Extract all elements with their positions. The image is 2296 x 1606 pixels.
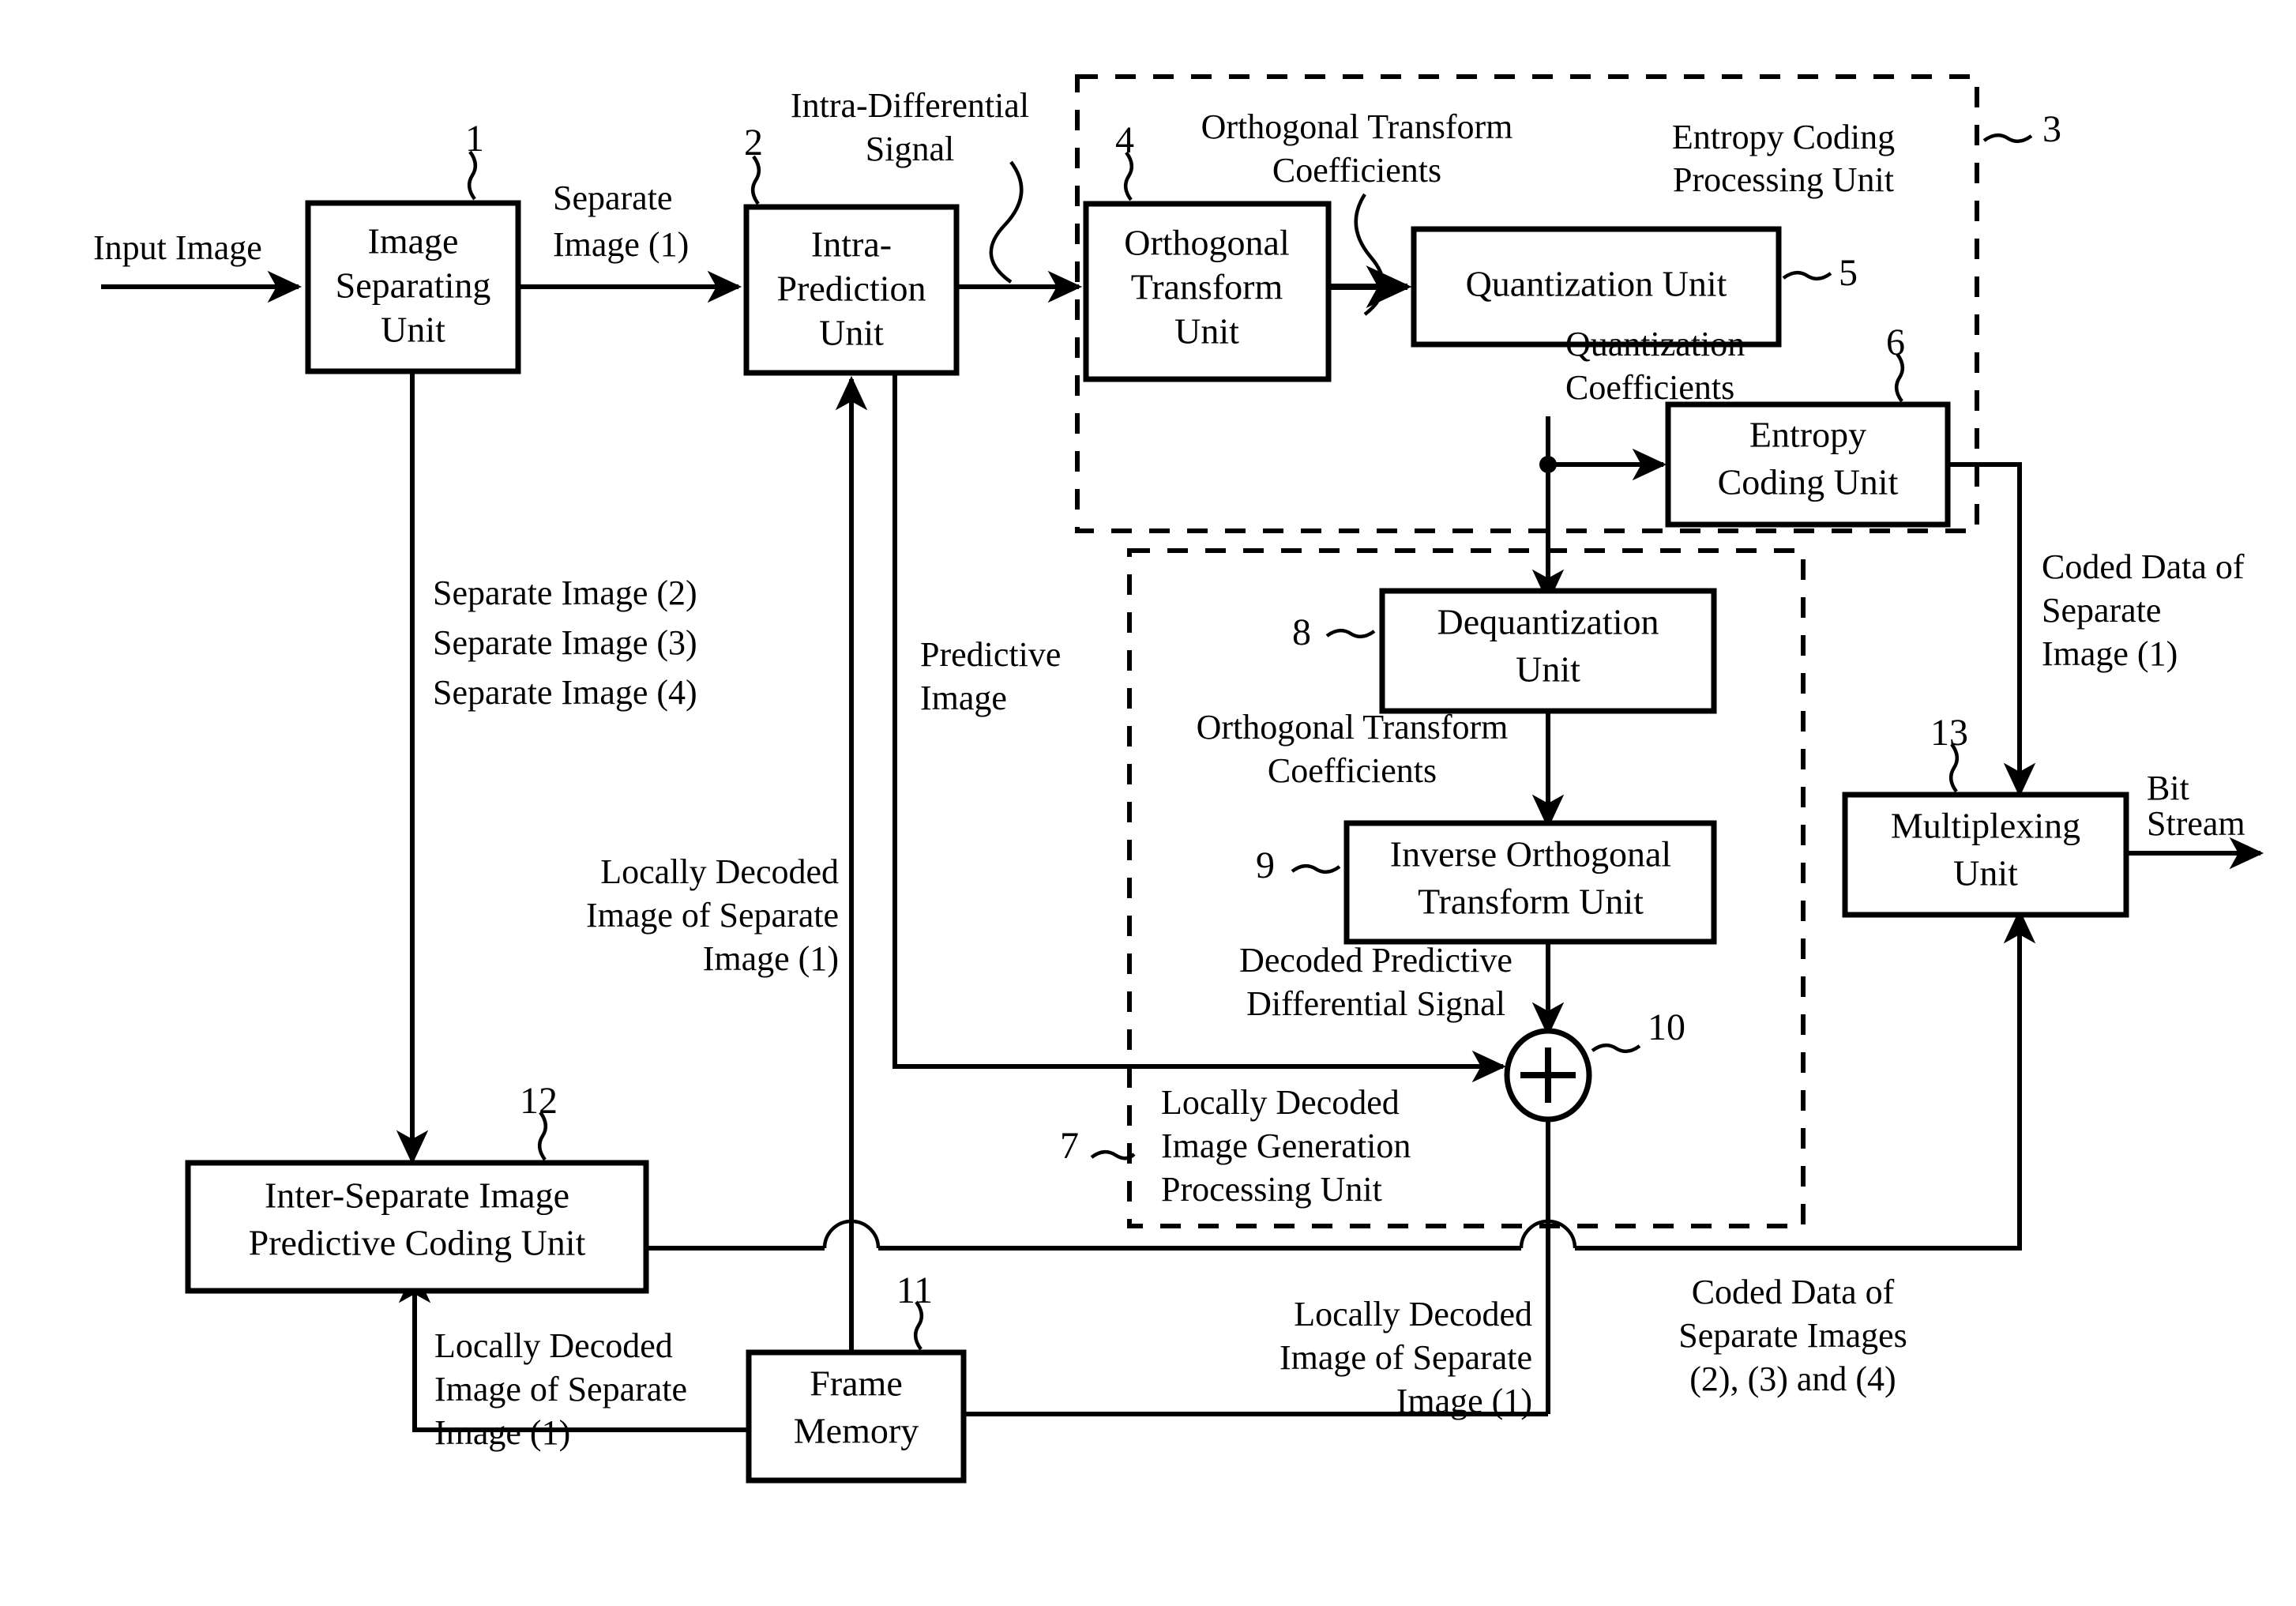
inter-separate-label-line2: Predictive Coding Unit [249, 1223, 586, 1263]
frame-memory-label-line2: Memory [794, 1411, 919, 1451]
label-coded-data-sep1-line3: Image (1) [2042, 634, 2178, 673]
ref-number-8: 8 [1292, 611, 1311, 653]
ref-number-5: 5 [1839, 252, 1858, 294]
label-decoded-pred-diff-line2: Differential Signal [1246, 984, 1505, 1023]
label-separate-image-4: Separate Image (4) [433, 673, 697, 712]
entropy-coding-unit-label-line1: Entropy [1749, 415, 1866, 455]
ref-number-11: 11 [896, 1269, 933, 1311]
label-separate-image-3: Separate Image (3) [433, 623, 697, 662]
label-coded-data-sep234-line2: Separate Images [1678, 1316, 1907, 1355]
entropy-group-label-line1: Entropy Coding [1672, 118, 1895, 156]
label-coded-data-sep234-line3: (2), (3) and (4) [1689, 1360, 1896, 1398]
entropy-coding-unit-label-line2: Coding Unit [1718, 462, 1899, 502]
ref-number-2: 2 [744, 122, 763, 164]
ref-number-9: 9 [1256, 844, 1275, 886]
label-orthogonal-coeffs-mid-line2: Coefficients [1268, 751, 1437, 790]
orthogonal-transform-unit-label-line1: Orthogonal [1124, 223, 1290, 263]
label-locally-decoded-left-line1: Locally Decoded [600, 852, 839, 891]
label-locally-decoded-left-line2: Image of Separate [586, 896, 839, 935]
inverse-orthogonal-transform-unit-label-line1: Inverse Orthogonal [1390, 834, 1671, 874]
label-locally-decoded-isp-line1: Locally Decoded [434, 1326, 673, 1365]
label-quantization-coeffs-line1: Quantization [1565, 325, 1745, 363]
label-locally-decoded-fm-line2: Image of Separate [1280, 1338, 1532, 1377]
label-orthogonal-coeffs-mid-line1: Orthogonal Transform [1197, 708, 1509, 747]
label-bit-stream-line2: Stream [2147, 804, 2245, 843]
label-intra-differential-line1: Intra-Differential [791, 86, 1029, 125]
intra-prediction-unit-label-line1: Intra- [811, 224, 892, 265]
label-input-image: Input Image [93, 228, 262, 267]
label-locally-decoded-left-line3: Image (1) [703, 939, 839, 978]
label-coded-data-sep1-line2: Separate [2042, 591, 2161, 630]
label-locally-decoded-isp-line3: Image (1) [434, 1413, 570, 1452]
orthogonal-transform-unit-label-line2: Transform [1131, 267, 1283, 307]
label-coded-data-sep234-line1: Coded Data of [1692, 1273, 1895, 1311]
junction-dot-quantization [1539, 456, 1557, 473]
label-predictive-image-line2: Image [920, 679, 1007, 717]
locally-group-label-line1: Locally Decoded [1161, 1083, 1400, 1122]
multiplexing-unit-label-line1: Multiplexing [1891, 806, 2080, 846]
label-separate-image-1-line1: Separate [553, 179, 672, 217]
ref-number-4: 4 [1115, 119, 1134, 161]
locally-group-label-line2: Image Generation [1161, 1126, 1411, 1165]
label-bit-stream-line1: Bit [2147, 769, 2189, 807]
label-orthogonal-coeffs-top-line2: Coefficients [1272, 151, 1441, 190]
multiplexing-unit-label-line2: Unit [1953, 853, 2018, 893]
label-separate-image-1-line2: Image (1) [553, 225, 689, 264]
intra-prediction-unit-label-line3: Unit [819, 313, 884, 353]
label-locally-decoded-fm-line1: Locally Decoded [1294, 1295, 1532, 1333]
image-separating-unit-label-line1: Image [368, 221, 459, 261]
label-quantization-coeffs-line2: Coefficients [1565, 368, 1734, 407]
frame-memory-label-line1: Frame [810, 1363, 903, 1404]
label-orthogonal-coeffs-top-line1: Orthogonal Transform [1201, 107, 1513, 146]
label-decoded-pred-diff-line1: Decoded Predictive [1239, 941, 1513, 980]
label-separate-image-2: Separate Image (2) [433, 574, 697, 612]
entropy-group-label-line2: Processing Unit [1673, 160, 1894, 199]
orthogonal-transform-unit-label-line3: Unit [1174, 311, 1239, 352]
quantization-unit-label: Quantization Unit [1466, 264, 1727, 304]
ref-number-13: 13 [1930, 712, 1968, 754]
image-separating-unit-label-line3: Unit [381, 310, 445, 350]
label-predictive-image-line1: Predictive [920, 635, 1061, 674]
patent-block-diagram: Entropy Coding Processing Unit 3 Locally… [0, 0, 2296, 1606]
label-intra-differential-line2: Signal [866, 130, 954, 168]
dequantization-unit-label-line2: Unit [1516, 649, 1580, 690]
image-separating-unit-label-line2: Separating [336, 265, 491, 306]
locally-group-label-line3: Processing Unit [1161, 1170, 1382, 1209]
inverse-orthogonal-transform-unit-label-line2: Transform Unit [1418, 882, 1644, 922]
label-locally-decoded-fm-line3: Image (1) [1396, 1382, 1532, 1420]
inter-separate-label-line1: Inter-Separate Image [265, 1175, 569, 1216]
ref-number-6: 6 [1886, 322, 1905, 363]
ref-number-10: 10 [1648, 1006, 1685, 1048]
ref-number-3: 3 [2042, 108, 2061, 150]
ref-number-1: 1 [465, 118, 484, 160]
label-locally-decoded-isp-line2: Image of Separate [434, 1370, 687, 1409]
dequantization-unit-label-line1: Dequantization [1437, 602, 1659, 642]
intra-prediction-unit-label-line2: Prediction [776, 269, 926, 309]
label-coded-data-sep1-line1: Coded Data of [2042, 547, 2245, 586]
ref-number-12: 12 [520, 1080, 558, 1122]
ref-number-7: 7 [1060, 1125, 1079, 1167]
